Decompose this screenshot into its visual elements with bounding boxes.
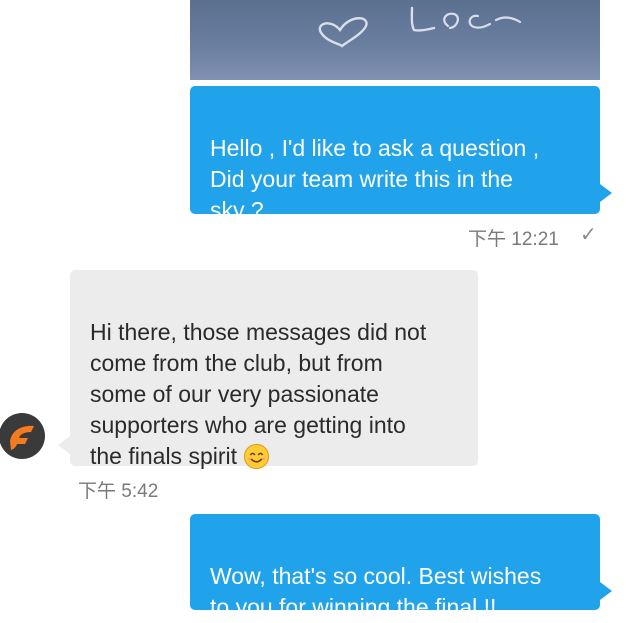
outgoing-message-bubble[interactable]: Wow, that's so cool. Best wishes to you …: [190, 514, 600, 620]
skywriting-heart-love-image: [318, 6, 522, 48]
message-timestamp: 下午 5:42: [78, 481, 159, 502]
incoming-message-bubble[interactable]: Hi there, those messages did not come fr…: [70, 270, 478, 470]
message-text: Hello , I'd like to ask a question , Did…: [210, 135, 540, 223]
smiling-face-icon: [243, 443, 270, 470]
sky-writing-photo[interactable]: [190, 0, 600, 80]
message-text: Wow, that's so cool. Best wishes to you …: [210, 563, 542, 620]
outgoing-message-bubble[interactable]: Hello , I'd like to ask a question , Did…: [190, 86, 600, 223]
bubble-tail: [600, 184, 612, 202]
message-timestamp: 下午 12:21: [468, 229, 559, 250]
check-icon: ✓: [580, 224, 597, 246]
bubble-tail: [58, 436, 70, 454]
bubble-tail: [600, 582, 612, 600]
orange-logo-icon[interactable]: [0, 408, 46, 464]
